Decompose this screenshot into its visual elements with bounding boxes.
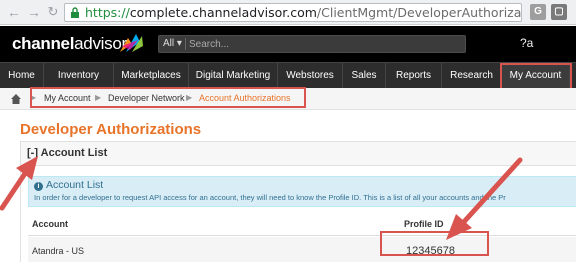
search-scope-dropdown[interactable]: All ▾ [163,38,182,49]
reload-icon[interactable]: ↻ [45,4,61,20]
logo-part1: channel [12,34,75,53]
collapse-toggle[interactable]: [-] [27,147,38,159]
table-row[interactable]: Atandra - US 12345678 [28,237,576,262]
address-bar[interactable]: https://complete.channeladvisor.com/Clie… [64,3,522,22]
browser-toolbar: ← → ↻ https://complete.channeladvisor.co… [0,0,576,25]
header-right-text[interactable]: ?a [520,36,533,50]
column-header-profile-id[interactable]: Profile ID [404,219,444,229]
account-list-panel: [-] Account List i Account List In order … [20,141,576,262]
url-path: /ClientMgmt/DeveloperAuthorizations.mvc/… [316,5,522,20]
url-protocol: https:// [85,5,130,20]
panel-header[interactable]: [-] Account List [21,142,576,166]
info-title-text: Account List [46,179,104,191]
nav-inventory[interactable]: Inventory [44,63,114,88]
cell-account: Atandra - US [32,246,85,256]
site-search: All ▾ [158,35,466,53]
nav-research[interactable]: Research [442,63,502,88]
highlight-profile-id-box [380,231,489,256]
nav-reports[interactable]: Reports [386,63,442,88]
column-header-account[interactable]: Account [32,219,68,229]
nav-marketplaces[interactable]: Marketplaces [114,63,189,88]
panel-title-text: Account List [40,147,108,159]
nav-home[interactable]: Home [0,63,44,88]
extension-g-icon[interactable]: G [530,4,546,20]
highlight-breadcrumb-box [30,87,306,108]
back-arrow-icon[interactable]: ← [6,4,22,20]
logo-arrow-icon [120,34,143,52]
url-text: https://complete.channeladvisor.com/Clie… [85,5,522,21]
main-nav: Home Inventory Marketplaces Digital Mark… [0,62,576,88]
search-divider [185,38,186,50]
page-title: Developer Authorizations [20,121,202,138]
forward-arrow-icon[interactable]: → [26,4,42,20]
channeladvisor-logo[interactable]: channeladvisor [12,34,127,54]
search-input[interactable] [189,37,461,51]
info-title: i Account List [34,179,103,191]
nav-webstores[interactable]: Webstores [278,63,343,88]
info-text: In order for a developer to request API … [34,193,506,202]
nav-sales[interactable]: Sales [343,63,386,88]
info-icon: i [34,182,43,191]
url-host: complete.channeladvisor.com [129,5,317,20]
nav-digital-marketing[interactable]: Digital Marketing [189,63,278,88]
home-icon[interactable] [11,94,21,104]
extension-icon[interactable]: ▢ [551,4,567,20]
panel-title[interactable]: [-] Account List [27,147,107,159]
table-header-row: Account Profile ID [28,214,576,236]
info-alert: i Account List In order for a developer t… [28,176,576,207]
lock-icon [71,7,79,18]
site-header: channeladvisor All ▾ ?a [0,26,576,62]
